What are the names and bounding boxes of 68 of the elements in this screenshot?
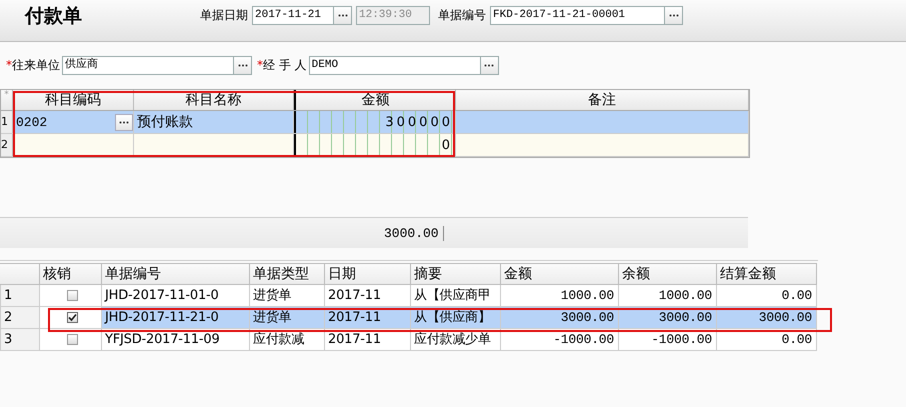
ellipsis-icon <box>668 14 678 17</box>
total-amount: 3000.00 <box>384 226 444 240</box>
checkbox[interactable] <box>66 290 78 301</box>
ellipsis-icon <box>484 64 494 66</box>
ellipsis-icon <box>119 120 129 124</box>
browse-button[interactable] <box>234 56 252 74</box>
row-number: 2 <box>1 138 8 151</box>
column-header[interactable]: 摘要 <box>411 263 501 285</box>
row-number: 1 <box>4 288 12 303</box>
ellipsis-icon <box>238 64 248 66</box>
table-cell: 进货单 <box>253 288 292 303</box>
input-field[interactable]: FKD-2017-11-21-00001 <box>490 6 665 25</box>
table-cell: 预付账款 <box>137 113 193 131</box>
table-cell: -1000.00 <box>651 332 712 347</box>
field-label: 单据日期 <box>200 7 248 24</box>
column-header[interactable]: 备注 <box>456 90 749 110</box>
table-cell: 2017-11 <box>328 310 381 325</box>
checkbox[interactable] <box>66 334 78 345</box>
column-header[interactable]: 核销 <box>40 263 102 285</box>
browse-button[interactable] <box>665 6 683 25</box>
table-cell: 3000.00 <box>560 310 614 325</box>
table-cell: 0202 <box>16 114 48 130</box>
corner-cell <box>0 263 40 285</box>
browse-button[interactable] <box>480 56 499 74</box>
input-field[interactable]: 2017-11-21 <box>252 6 334 25</box>
ellipsis-icon <box>338 14 348 17</box>
table-cell: 2017-11 <box>328 332 381 347</box>
table-cell: -1000.00 <box>553 332 614 347</box>
row-number: 3 <box>4 332 12 347</box>
table-cell: 2017-11 <box>328 288 381 303</box>
table-cell: 0.00 <box>782 288 812 303</box>
corner-cell: * <box>1 90 13 110</box>
table-cell: 进货单 <box>253 310 292 325</box>
row-number: 1 <box>1 115 8 128</box>
table-cell: JHD-2017-11-21-0 <box>105 310 219 325</box>
table-cell: 3000.00 <box>658 310 712 325</box>
browse-button[interactable] <box>334 6 352 25</box>
table-cell: YFJSD-2017-11-09 <box>105 332 220 347</box>
table-cell: JHD-2017-11-01-0 <box>105 288 219 303</box>
row-number: 2 <box>4 310 12 325</box>
column-header[interactable]: 结算金额 <box>717 263 817 285</box>
table-cell: 应付款减 <box>253 332 304 347</box>
column-header[interactable]: 日期 <box>325 263 411 285</box>
table-cell: 从【供应商甲 <box>414 288 491 303</box>
table-cell: 应付款减少单 <box>414 332 491 347</box>
column-header[interactable]: 科目编码 <box>13 90 134 110</box>
field-label: *经 手 人 <box>257 56 307 74</box>
field-label: 单据编号 <box>438 7 486 24</box>
checkbox[interactable] <box>66 312 78 323</box>
table-row[interactable]: 2 0 <box>1 134 749 157</box>
form-title: 付款单 <box>25 4 82 28</box>
amount-cell: 300000 <box>294 111 456 133</box>
input-field[interactable]: DEMO <box>308 56 481 74</box>
browse-button[interactable] <box>115 114 133 130</box>
table-cell: 3000.00 <box>758 310 812 325</box>
table-cell: 0.00 <box>782 332 812 347</box>
table-row[interactable]: 1 0202 预付账款 300000 <box>1 111 749 134</box>
column-header[interactable]: 余额 <box>619 263 717 285</box>
table-cell: 从【供应商】 <box>414 310 491 325</box>
column-header[interactable]: 单据编号 <box>102 263 250 285</box>
input-field[interactable]: 供应商 <box>62 56 234 74</box>
table-cell: 1000.00 <box>560 288 614 303</box>
amount-cell: 0 <box>294 134 456 156</box>
field-label: *往来单位 <box>6 56 60 74</box>
column-header[interactable]: 单据类型 <box>250 263 325 285</box>
table-cell: 1000.00 <box>658 288 712 303</box>
column-header[interactable]: 科目名称 <box>134 90 294 110</box>
column-header[interactable]: 金额 <box>501 263 619 285</box>
